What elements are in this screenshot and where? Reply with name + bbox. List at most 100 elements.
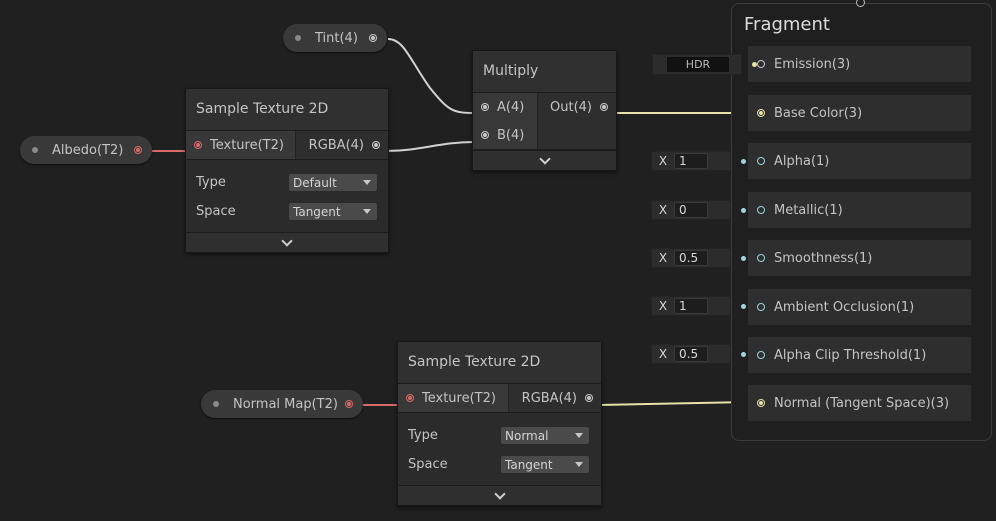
smoothness-value[interactable]: 0.5	[674, 250, 708, 266]
space-dropdown[interactable]: Tangent	[500, 455, 590, 474]
block-smoothness[interactable]: Smoothness(1)	[747, 239, 972, 277]
space-label: Space	[196, 204, 236, 219]
normal-map-output-port[interactable]	[345, 400, 353, 408]
space-label: Space	[408, 457, 448, 472]
input-slot-a[interactable]: A(4)	[473, 93, 537, 121]
node-title[interactable]: Sample Texture 2D	[398, 342, 601, 384]
connector-dot	[741, 304, 746, 309]
alpha-value[interactable]: 1	[674, 153, 708, 169]
output-slot-rgba[interactable]: RGBA(4)	[296, 131, 388, 159]
rgba-output-port[interactable]	[585, 394, 593, 402]
block-normal-tangent[interactable]: Normal (Tangent Space)(3)	[747, 384, 972, 422]
block-label: Base Color(3)	[774, 105, 863, 121]
property-normal-map[interactable]: Normal Map(T2)	[201, 390, 363, 418]
property-albedo[interactable]: Albedo(T2)	[20, 136, 152, 164]
out-output-port[interactable]	[600, 103, 608, 111]
wire-rgba-to-multiply-b	[385, 141, 475, 152]
node-title[interactable]: Sample Texture 2D	[186, 89, 388, 131]
output-slot-rgba[interactable]: RGBA(4)	[509, 384, 601, 412]
x-label: X	[658, 251, 668, 265]
slot-label: Texture(T2)	[210, 137, 284, 153]
metallic-value[interactable]: 0	[674, 202, 708, 218]
collapse-toggle[interactable]	[473, 150, 616, 170]
node-inputs: Texture(T2)	[398, 384, 508, 412]
b-input-port[interactable]	[481, 131, 489, 139]
albedo-output-port[interactable]	[134, 146, 142, 154]
space-dropdown-value: Tangent	[293, 204, 341, 219]
smoothness-input-port[interactable]	[757, 254, 765, 262]
dropdown-caret-icon	[363, 180, 371, 185]
rgba-output-port[interactable]	[372, 141, 380, 149]
type-dropdown[interactable]: Default	[288, 173, 378, 192]
block-label: Alpha(1)	[774, 153, 830, 169]
block-alpha-clip-threshold[interactable]: Alpha Clip Threshold(1)	[747, 336, 972, 374]
block-label: Smoothness(1)	[774, 250, 873, 266]
connector-dot	[741, 352, 746, 357]
metallic-input-port[interactable]	[757, 206, 765, 214]
slot-label: Out(4)	[550, 99, 592, 115]
connector-dot	[741, 256, 746, 261]
block-emission[interactable]: Emission(3)	[747, 45, 972, 83]
block-ambient-occlusion[interactable]: Ambient Occlusion(1)	[747, 288, 972, 326]
property-handle-icon	[32, 147, 38, 153]
block-label: Metallic(1)	[774, 202, 843, 218]
property-tint-label: Tint(4)	[315, 30, 358, 46]
slot-label: B(4)	[497, 127, 525, 143]
alpha-input-port[interactable]	[757, 157, 765, 165]
node-inputs: Texture(T2)	[186, 131, 295, 159]
chevron-down-icon	[493, 487, 506, 500]
block-label: Emission(3)	[774, 56, 851, 72]
input-slot-texture[interactable]: Texture(T2)	[398, 384, 508, 412]
texture-input-port[interactable]	[194, 141, 202, 149]
fragment-flow-port[interactable]	[856, 0, 865, 7]
connector-dot	[752, 62, 757, 67]
multiply-node[interactable]: Multiply A(4) B(4) Out(4)	[472, 50, 617, 171]
tint-output-port[interactable]	[369, 34, 377, 42]
ambient-occlusion-value[interactable]: 1	[674, 298, 708, 314]
type-dropdown-value: Normal	[505, 428, 549, 443]
sample-texture-node-normal[interactable]: Sample Texture 2D Texture(T2) RGBA(4) Ty…	[397, 341, 602, 506]
slot-label: RGBA(4)	[308, 137, 364, 153]
normal-input-port[interactable]	[757, 399, 765, 407]
block-alpha[interactable]: Alpha(1)	[747, 142, 972, 180]
fragment-title: Fragment	[744, 14, 830, 35]
slot-label: Texture(T2)	[422, 390, 496, 406]
hdr-color-swatch[interactable]: HDR	[667, 57, 729, 72]
chevron-down-icon	[538, 152, 551, 165]
ambient-occlusion-value-field[interactable]: X 1	[651, 296, 746, 316]
connector-dot	[741, 159, 746, 164]
space-row: Space Tangent	[408, 450, 591, 479]
collapse-toggle[interactable]	[398, 485, 601, 505]
property-normal-map-label: Normal Map(T2)	[233, 396, 338, 412]
input-slot-b[interactable]: B(4)	[473, 121, 537, 149]
emission-color-field[interactable]: HDR	[652, 54, 757, 75]
texture-input-port[interactable]	[406, 394, 414, 402]
block-base-color[interactable]: Base Color(3)	[747, 94, 972, 132]
alpha-clip-value[interactable]: 0.5	[674, 346, 708, 362]
property-tint[interactable]: Tint(4)	[283, 24, 387, 52]
node-title[interactable]: Multiply	[473, 51, 616, 93]
base-color-input-port[interactable]	[757, 109, 765, 117]
space-dropdown[interactable]: Tangent	[288, 202, 378, 221]
connector-dot	[741, 208, 746, 213]
block-label: Alpha Clip Threshold(1)	[774, 347, 927, 363]
ambient-occlusion-input-port[interactable]	[757, 303, 765, 311]
hdr-label: HDR	[685, 58, 711, 71]
type-label: Type	[408, 428, 438, 443]
input-slot-texture[interactable]: Texture(T2)	[186, 131, 295, 159]
slot-label: RGBA(4)	[521, 390, 577, 406]
alpha-clip-input-port[interactable]	[757, 351, 765, 359]
smoothness-value-field[interactable]: X 0.5	[651, 248, 746, 268]
alpha-clip-value-field[interactable]: X 0.5	[651, 344, 746, 364]
emission-input-port[interactable]	[757, 60, 765, 68]
type-dropdown[interactable]: Normal	[500, 426, 590, 445]
a-input-port[interactable]	[481, 103, 489, 111]
sample-texture-node-albedo[interactable]: Sample Texture 2D Texture(T2) RGBA(4) Ty…	[185, 88, 389, 253]
alpha-value-field[interactable]: X 1	[651, 151, 746, 171]
metallic-value-field[interactable]: X 0	[651, 200, 746, 220]
node-outputs: RGBA(4)	[295, 131, 388, 159]
type-label: Type	[196, 175, 226, 190]
block-metallic[interactable]: Metallic(1)	[747, 191, 972, 229]
collapse-toggle[interactable]	[186, 232, 388, 252]
output-slot-out[interactable]: Out(4)	[538, 93, 616, 121]
